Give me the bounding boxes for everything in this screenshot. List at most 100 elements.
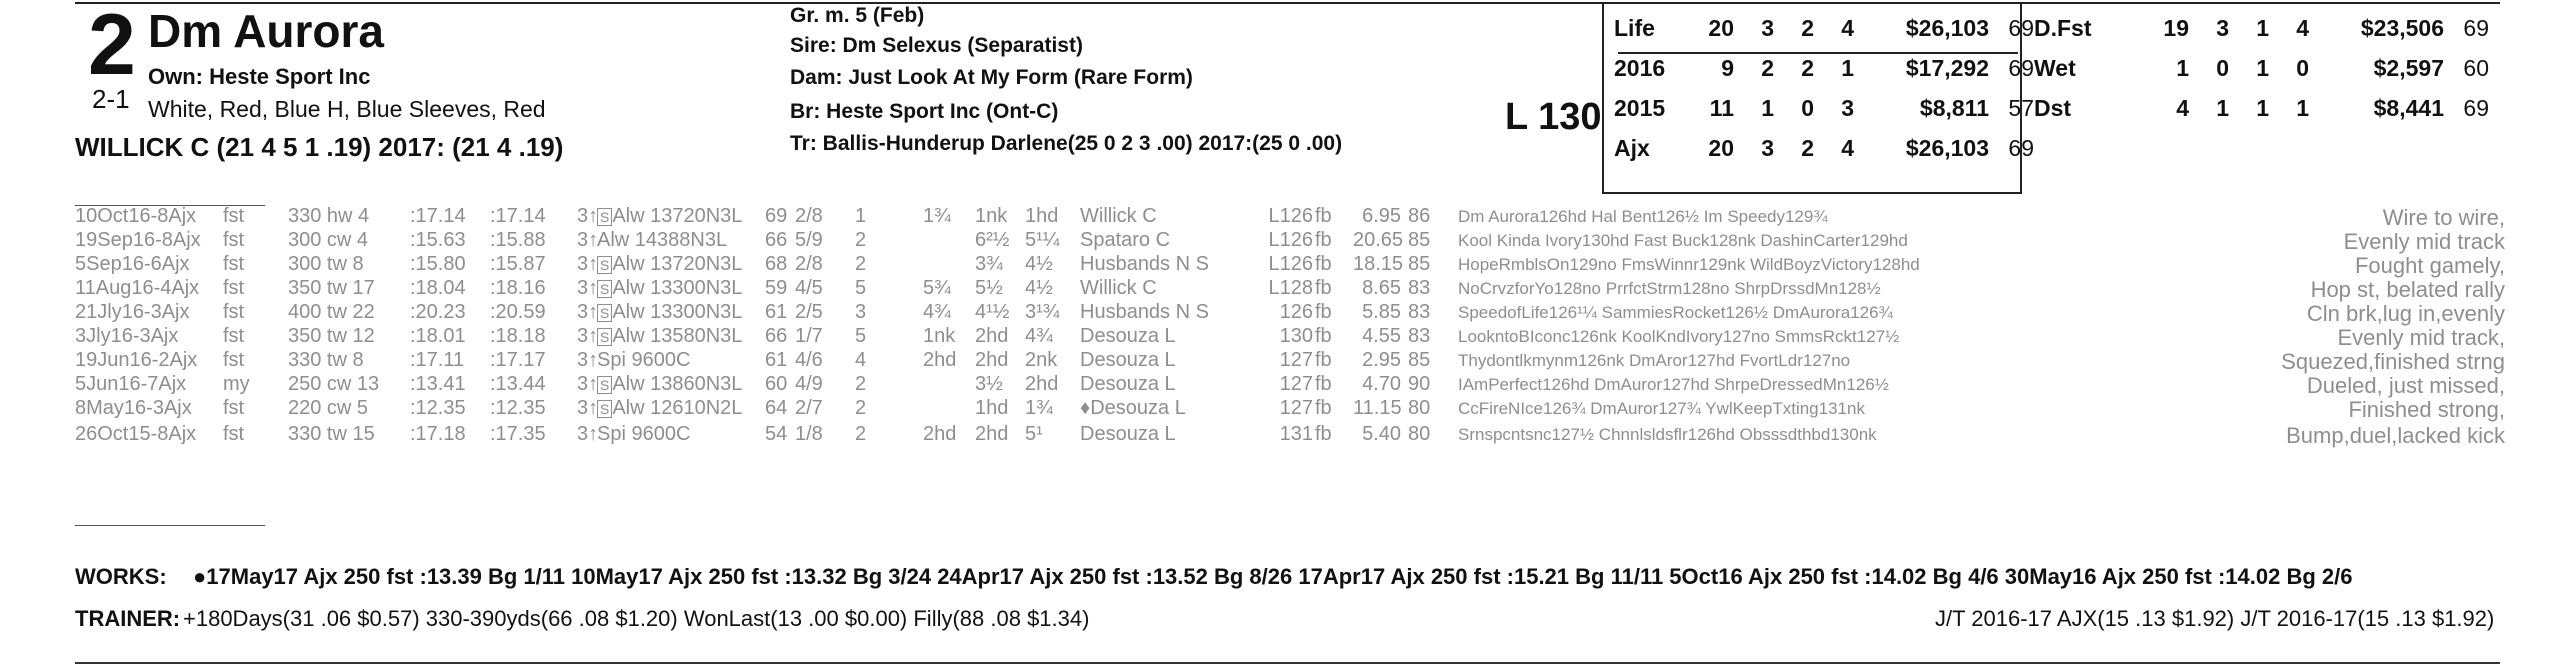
record-row: Ajx 20 3 2 4 $26,103 69 (1614, 128, 2034, 168)
pp-comment: Hop st, belated rally (2310, 277, 2505, 302)
pp-st: 5 (855, 277, 867, 299)
pp-sr: 83 (1408, 325, 1431, 347)
pp-age: 3↑ (577, 373, 599, 395)
works-list: ●17May17 Ajx 250 fst :13.39 Bg 1/11 10Ma… (193, 564, 2353, 589)
pp-dist: 300 tw 8 (288, 253, 364, 275)
pp-comment: Bump,duel,lacked kick (2286, 423, 2505, 448)
pp-c3: 6²½ (975, 229, 1010, 251)
pp-odds: 20.65 (1353, 229, 1404, 251)
pp-cond: fst (223, 349, 245, 371)
pp-row: 19Sep16-8Ajx fst 300 cw 4:15.63:15.88 3↑ Alw… (75, 229, 2505, 254)
pp-t2: :12.35 (490, 397, 546, 419)
pp-pp: 5/9 (795, 229, 823, 251)
record-divider-left (1602, 2, 1604, 194)
sex-age: Gr. m. 5 (Feb) (790, 4, 925, 27)
pp-race: S Alw 13720N3L (597, 253, 742, 276)
pp-date: 5Sep16-6Ajx (75, 253, 190, 275)
pp-odds: 11.15 (1353, 397, 1402, 419)
pp-c3: 3¾ (975, 253, 1003, 275)
pp-cond: fst (223, 253, 245, 275)
record-earn: $8,441 (2373, 94, 2444, 121)
pp-sr: 86 (1408, 205, 1431, 227)
state-bred-badge: S (597, 375, 613, 394)
pp-break-mark (75, 525, 265, 526)
pp-t1: :15.80 (410, 253, 466, 275)
pp-jockey: Willick C (1080, 277, 1157, 299)
pp-fin: 3¹¾ (1025, 301, 1060, 323)
pp-fin: 1hd (1025, 205, 1059, 227)
pp-pp: 2/5 (795, 301, 823, 323)
works-label: WORKS: (75, 564, 167, 589)
record-p: 2 (1801, 14, 1814, 41)
pp-c2: 4¾ (923, 301, 951, 323)
record-p: 2 (1801, 54, 1814, 81)
pp-cond: fst (223, 397, 245, 419)
pp-age: 3↑ (577, 349, 599, 371)
pp-sr: 80 (1408, 423, 1431, 445)
record-spd: 69 (2008, 134, 2034, 161)
pp-t1: :13.41 (410, 373, 466, 395)
pp-c3: 1nk (975, 205, 1008, 227)
pp-race-text: Alw 13720N3L (612, 205, 743, 227)
pp-eq: fb (1315, 373, 1332, 395)
pp-odds: 2.95 (1362, 349, 1401, 371)
pp-comment: Evenly mid track (2343, 229, 2505, 254)
record-box-bottom (1602, 192, 2022, 194)
pp-st: 1 (855, 205, 867, 227)
pp-c2: 5¾ (923, 277, 951, 299)
pp-race-text: Alw 13580N3L (612, 325, 743, 347)
pp-race: Spi 9600C (597, 349, 691, 371)
pp-dist: 350 tw 12 (288, 325, 375, 347)
pp-wt: L126 (1268, 205, 1314, 227)
pp-age: 3↑ (577, 301, 599, 323)
state-bred-badge: S (597, 255, 613, 274)
pp-pp: 2/7 (795, 397, 823, 419)
trainer-line: Tr: Ballis-Hunderup Darlene(25 0 2 3 .00… (790, 132, 1343, 155)
pp-date: 26Oct15-8Ajx (75, 423, 197, 445)
pp-date: 3Jly16-3Ajx (75, 325, 179, 347)
pp-wt: 126 (1279, 301, 1313, 323)
pp-fin: 5¹¼ (1025, 229, 1060, 251)
record-st: 11 (1709, 94, 1734, 121)
jockey-line: WILLICK C (21 4 5 1 .19) 2017: (21 4 .19… (75, 132, 564, 162)
pp-sr: 90 (1408, 373, 1431, 395)
pp-comment: Wire to wire, (2382, 205, 2505, 230)
pp-st: 2 (855, 373, 867, 395)
record-p: 1 (2256, 94, 2269, 121)
pp-c2: 2hd (923, 349, 957, 371)
pp-cond: fst (223, 301, 245, 323)
pp-t1: :17.14 (410, 205, 466, 227)
pp-top3: HopeRmblsOn129no FmsWinnr129nk WildBoyzV… (1458, 255, 1920, 274)
dam: Dam: Just Look At My Form (Rare Form) (790, 66, 1193, 89)
record-w: 3 (1761, 134, 1774, 161)
pp-date: 10Oct16-8Ajx (75, 205, 197, 227)
pp-eq: fb (1315, 229, 1332, 251)
record-spd: 69 (2008, 14, 2034, 41)
record-earn: $2,597 (2373, 54, 2444, 81)
pp-pp: 1/8 (795, 423, 823, 445)
pp-age: 3↑ (577, 325, 599, 347)
pp-age: 3↑ (577, 205, 599, 227)
bottom-rule (75, 662, 2500, 664)
pp-cond: fst (223, 277, 245, 299)
pp-eq: fb (1315, 423, 1332, 445)
pp-dist: 400 tw 22 (288, 301, 375, 323)
record-table-right: D.Fst 19 3 1 4 $23,506 69 Wet 1 0 1 0 $2,597 60 Dst 4 1 1… (2034, 8, 2489, 128)
pp-c3: 5½ (975, 277, 1003, 299)
pp-eq: fb (1315, 397, 1332, 419)
pp-spd: 54 (765, 423, 788, 445)
record-s: 4 (2296, 14, 2309, 41)
pp-wt: 127 (1279, 397, 1313, 419)
horse-name: Dm Aurora (148, 5, 384, 57)
pp-t1: :18.01 (410, 325, 466, 347)
pp-race: S Alw 13860N3L (597, 373, 742, 396)
pp-top-mark (75, 205, 265, 206)
pp-spd: 68 (765, 253, 788, 275)
record-st: 20 (1708, 14, 1734, 41)
pp-pp: 2/8 (795, 205, 823, 227)
state-bred-badge: S (597, 207, 613, 226)
record-st: 19 (2163, 14, 2189, 41)
pp-dist: 330 tw 15 (288, 423, 375, 445)
pp-comment: Dueled, just missed, (2306, 373, 2505, 398)
state-bred-badge: S (597, 303, 613, 322)
